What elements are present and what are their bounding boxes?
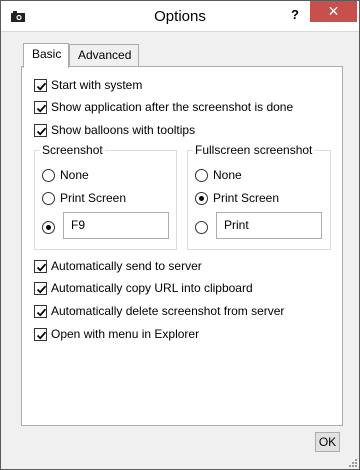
open-with-menu-option[interactable]: Open with menu in Explorer [34,326,199,342]
fullscreen-custom-option[interactable] [195,219,208,235]
auto-delete-option[interactable]: Automatically delete screenshot from ser… [34,303,284,319]
resize-grip-icon[interactable] [348,458,357,467]
title-bar: Options ? ✕ [1,1,359,32]
show-application-label: Show application after the screenshot is… [51,100,294,114]
ok-button[interactable]: OK [315,432,340,452]
options-window: Options ? ✕ Basic Advanced Start with sy… [0,0,360,470]
basic-tab-panel: Start with system Show application after… [21,66,343,426]
screenshot-printscreen-radio[interactable] [42,191,55,205]
fullscreen-none-label: None [213,168,242,182]
show-balloons-checkbox[interactable] [34,123,47,137]
fullscreen-hotkey-input[interactable]: Print [216,212,322,239]
checkmark-icon [36,285,47,294]
tab-advanced[interactable]: Advanced [69,44,139,66]
fullscreen-printscreen-radio[interactable] [195,191,208,205]
screenshot-group-title: Screenshot [40,143,105,157]
open-with-menu-checkbox[interactable] [34,327,47,341]
fullscreen-none-radio[interactable] [195,168,208,182]
auto-send-label: Automatically send to server [51,259,202,273]
show-balloons-option[interactable]: Show balloons with tooltips [34,122,195,138]
auto-copy-url-checkbox[interactable] [34,281,47,295]
show-application-option[interactable]: Show application after the screenshot is… [34,99,293,115]
close-button[interactable]: ✕ [310,1,357,22]
show-balloons-label: Show balloons with tooltips [51,123,196,137]
checkmark-icon [36,127,47,136]
help-button[interactable]: ? [287,5,303,25]
screenshot-custom-option[interactable] [42,219,55,235]
screenshot-printscreen-option[interactable]: Print Screen [42,190,126,206]
checkmark-icon [36,82,47,91]
show-application-checkbox[interactable] [34,100,47,114]
window-title: Options [154,8,206,25]
checkmark-icon [36,263,47,272]
fullscreen-custom-radio[interactable] [195,220,208,234]
auto-delete-checkbox[interactable] [34,304,47,318]
start-with-system-option[interactable]: Start with system [34,77,142,93]
auto-copy-url-option[interactable]: Automatically copy URL into clipboard [34,280,253,296]
screenshot-none-radio[interactable] [42,168,55,182]
checkmark-icon [36,308,47,317]
fullscreen-none-option[interactable]: None [195,167,242,183]
fullscreen-group-title: Fullscreen screenshot [193,143,315,157]
screenshot-none-label: None [60,168,89,182]
auto-send-checkbox[interactable] [34,259,47,273]
tab-basic[interactable]: Basic [23,43,69,68]
open-with-menu-label: Open with menu in Explorer [51,327,200,341]
auto-delete-label: Automatically delete screenshot from ser… [51,304,285,318]
screenshot-custom-radio[interactable] [42,220,55,234]
start-with-system-label: Start with system [51,78,143,92]
screenshot-printscreen-label: Print Screen [60,191,127,205]
screenshot-none-option[interactable]: None [42,167,89,183]
start-with-system-checkbox[interactable] [34,78,47,92]
auto-send-option[interactable]: Automatically send to server [34,258,202,274]
checkmark-icon [36,104,47,113]
checkmark-icon [36,331,47,340]
auto-copy-url-label: Automatically copy URL into clipboard [51,281,253,295]
screenshot-group: Screenshot None Print Screen F9 [34,143,177,250]
screenshot-hotkey-input[interactable]: F9 [63,212,169,239]
fullscreen-printscreen-option[interactable]: Print Screen [195,190,279,206]
fullscreen-screenshot-group: Fullscreen screenshot None Print Screen … [187,143,331,250]
fullscreen-printscreen-label: Print Screen [213,191,280,205]
